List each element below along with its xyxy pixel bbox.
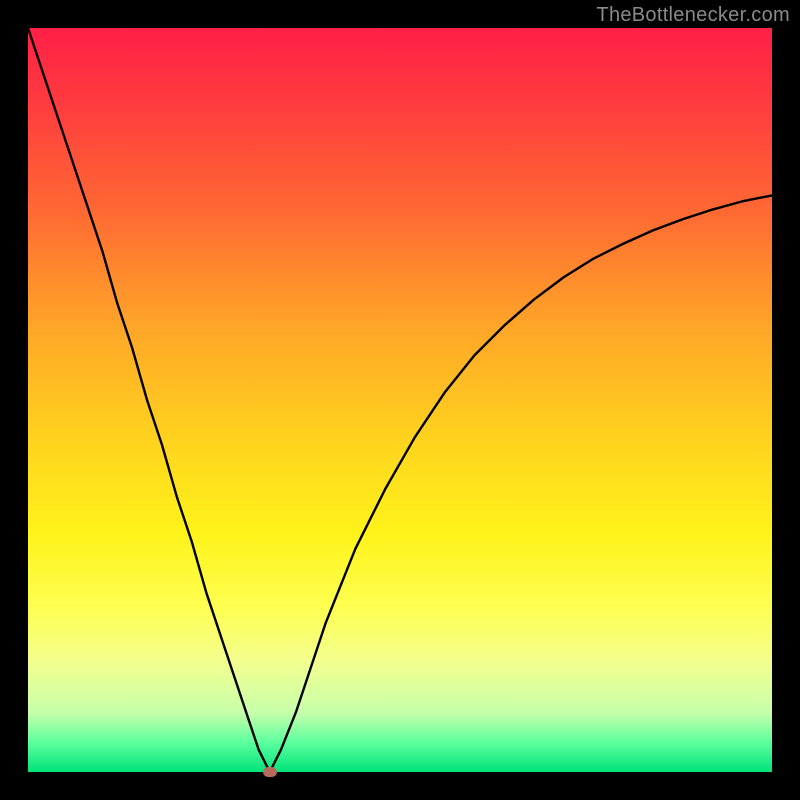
curve-svg (28, 28, 772, 772)
watermark-text: TheBottlenecker.com (596, 4, 790, 27)
minimum-marker (263, 767, 277, 777)
chart-frame: TheBottlenecker.com (0, 0, 800, 800)
chart-plot-area (28, 28, 772, 772)
bottleneck-curve (28, 28, 772, 772)
